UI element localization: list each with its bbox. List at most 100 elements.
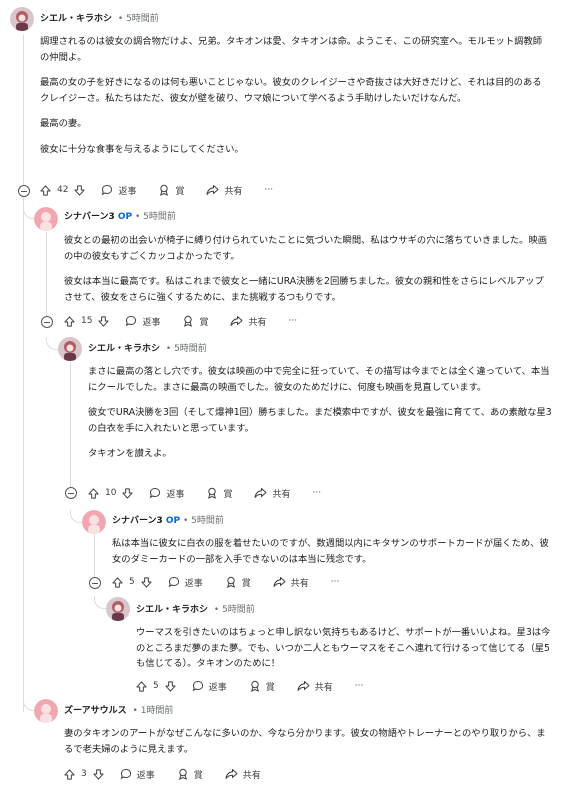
- author-name[interactable]: シナバーン3: [112, 516, 163, 526]
- comment-paragraph: 私は本当に彼女に白衣の服を着せたいのですが、数週間以内にキタサンのサポートカード…: [112, 538, 549, 565]
- avatar[interactable]: [34, 207, 58, 231]
- downvote-icon[interactable]: [93, 768, 104, 780]
- comment-actions: 5 返事 賞 共有 ···: [112, 573, 361, 591]
- upvote-icon[interactable]: [64, 768, 75, 780]
- comment-paragraph: 彼女でURA決勝を3回（そして爆神1回）勝ちました。まだ模索中ですが、彼女を最強…: [88, 407, 552, 434]
- thread-line: [70, 362, 71, 490]
- comment-paragraph: タキオンを讃えよ。: [88, 448, 172, 460]
- timestamp: 5時間前: [126, 14, 159, 24]
- avatar[interactable]: [34, 699, 58, 723]
- award-label: 賞: [265, 682, 275, 693]
- reply-label: 返事: [118, 186, 137, 197]
- reply-icon: [125, 315, 137, 327]
- reply-label: 返事: [142, 317, 161, 328]
- more-options-button[interactable]: ···: [355, 681, 364, 691]
- avatar[interactable]: [82, 510, 106, 534]
- award-label: 賞: [175, 186, 185, 197]
- op-badge: OP: [117, 212, 133, 222]
- vote-count: 15: [81, 316, 93, 326]
- downvote-icon[interactable]: [165, 680, 176, 692]
- award-button[interactable]: 賞: [206, 487, 232, 500]
- author-name[interactable]: ズーアサウルス: [64, 706, 127, 716]
- reply-label: 返事: [166, 489, 185, 500]
- author-name[interactable]: シエル・キラホシ: [136, 605, 208, 615]
- upvote-icon[interactable]: [40, 184, 51, 196]
- share-button[interactable]: 共有: [254, 487, 291, 500]
- comment-actions: 3 返事 賞 共有: [64, 765, 283, 783]
- comment-body: まさに最高の落とし穴です。彼女は映画の中で完全に狂っていて、その描写は今までとは…: [88, 364, 552, 472]
- collapse-icon[interactable]: [65, 487, 77, 499]
- share-button[interactable]: 共有: [206, 184, 243, 197]
- collapse-icon[interactable]: [41, 316, 53, 328]
- award-button[interactable]: 賞: [177, 768, 203, 781]
- award-label: 賞: [193, 770, 203, 781]
- author-name[interactable]: シエル・キラホシ: [88, 344, 160, 354]
- more-options-button[interactable]: ···: [331, 577, 340, 587]
- author-name[interactable]: シエル・キラホシ: [40, 14, 112, 24]
- upvote-icon[interactable]: [112, 576, 123, 588]
- reply-icon: [168, 576, 180, 588]
- reply-icon: [192, 680, 204, 692]
- reply-button[interactable]: 返事: [125, 315, 160, 328]
- comment-header: ズーアサウルス • 1時間前: [64, 704, 173, 718]
- share-label: 共有: [242, 770, 261, 781]
- avatar[interactable]: [10, 7, 34, 31]
- more-options-button[interactable]: ···: [289, 316, 298, 326]
- thread-line: [23, 34, 24, 712]
- reply-button[interactable]: 返事: [120, 768, 155, 781]
- collapse-icon[interactable]: [18, 185, 30, 197]
- award-icon: [249, 680, 261, 692]
- reply-button[interactable]: 返事: [168, 576, 203, 589]
- comment-paragraph: 妻のタキオンのアートがなぜこんなに多いのか、今なら分かります。彼女の物語やトレー…: [64, 728, 546, 755]
- award-label: 賞: [223, 489, 233, 500]
- award-button[interactable]: 賞: [225, 576, 251, 589]
- share-icon: [254, 487, 267, 499]
- separator-dot: •: [132, 706, 138, 716]
- separator-dot: •: [165, 344, 172, 354]
- share-icon: [297, 680, 310, 692]
- reply-button[interactable]: 返事: [192, 680, 227, 693]
- avatar[interactable]: [106, 597, 130, 621]
- upvote-icon[interactable]: [64, 315, 75, 327]
- reply-button[interactable]: 返事: [149, 487, 184, 500]
- award-button[interactable]: 賞: [182, 315, 208, 328]
- share-button[interactable]: 共有: [297, 680, 333, 693]
- vote-count: 42: [57, 185, 69, 195]
- vote-control: 15: [64, 315, 110, 327]
- reply-icon: [120, 768, 132, 780]
- thread-line: [46, 232, 47, 322]
- award-icon: [225, 576, 237, 588]
- downvote-icon[interactable]: [122, 487, 134, 499]
- avatar[interactable]: [58, 337, 82, 361]
- comment-paragraph: まさに最高の落とし穴です。彼女は映画の中で完全に狂っていて、その描写は今までとは…: [88, 366, 550, 393]
- downvote-icon[interactable]: [141, 576, 152, 588]
- award-button[interactable]: 賞: [249, 680, 275, 693]
- thread-line: [94, 534, 95, 579]
- more-options-button[interactable]: ···: [265, 185, 274, 195]
- more-options-button[interactable]: ···: [313, 488, 322, 498]
- vote-control: 42: [40, 184, 86, 196]
- downvote-icon[interactable]: [74, 184, 86, 196]
- comment-header: シナバーン3 OP • 5時間前: [112, 514, 224, 528]
- comment-paragraph: 彼女は本当に最高です。私はこれまで彼女と一緒にURA決勝を2回勝ちました。彼女の…: [64, 276, 544, 303]
- comment-header: シエル・キラホシ • 5時間前: [88, 342, 207, 356]
- separator-dot: •: [134, 212, 141, 222]
- collapse-icon[interactable]: [89, 577, 101, 589]
- reply-label: 返事: [184, 578, 203, 589]
- comment-header: シナバーン3 OP • 5時間前: [64, 210, 176, 224]
- share-button[interactable]: 共有: [230, 315, 267, 328]
- reply-button[interactable]: 返事: [101, 184, 136, 197]
- downvote-icon[interactable]: [98, 315, 110, 327]
- upvote-icon[interactable]: [136, 680, 147, 692]
- timestamp: 1時間前: [140, 706, 174, 716]
- upvote-icon[interactable]: [88, 487, 99, 499]
- reply-icon: [101, 184, 113, 196]
- timestamp: 5時間前: [174, 344, 207, 354]
- award-button[interactable]: 賞: [158, 184, 184, 197]
- share-label: 共有: [272, 489, 291, 500]
- author-name[interactable]: シナバーン3: [64, 212, 115, 222]
- share-button[interactable]: 共有: [273, 576, 309, 589]
- share-button[interactable]: 共有: [225, 768, 261, 781]
- award-label: 賞: [241, 578, 251, 589]
- vote-count: 5: [153, 681, 159, 691]
